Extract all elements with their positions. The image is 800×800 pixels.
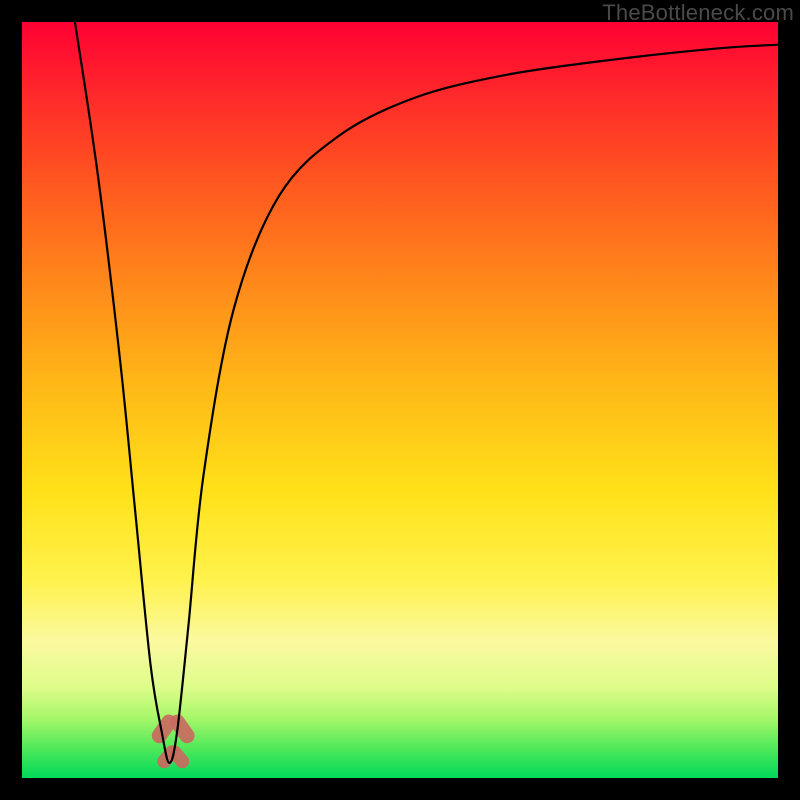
chart-frame: TheBottleneck.com xyxy=(0,0,800,800)
plot-area xyxy=(22,22,778,778)
bottleneck-curve xyxy=(75,22,778,763)
cusp-markers xyxy=(149,712,198,772)
watermark-text: TheBottleneck.com xyxy=(602,0,794,26)
curve-svg xyxy=(22,22,778,778)
